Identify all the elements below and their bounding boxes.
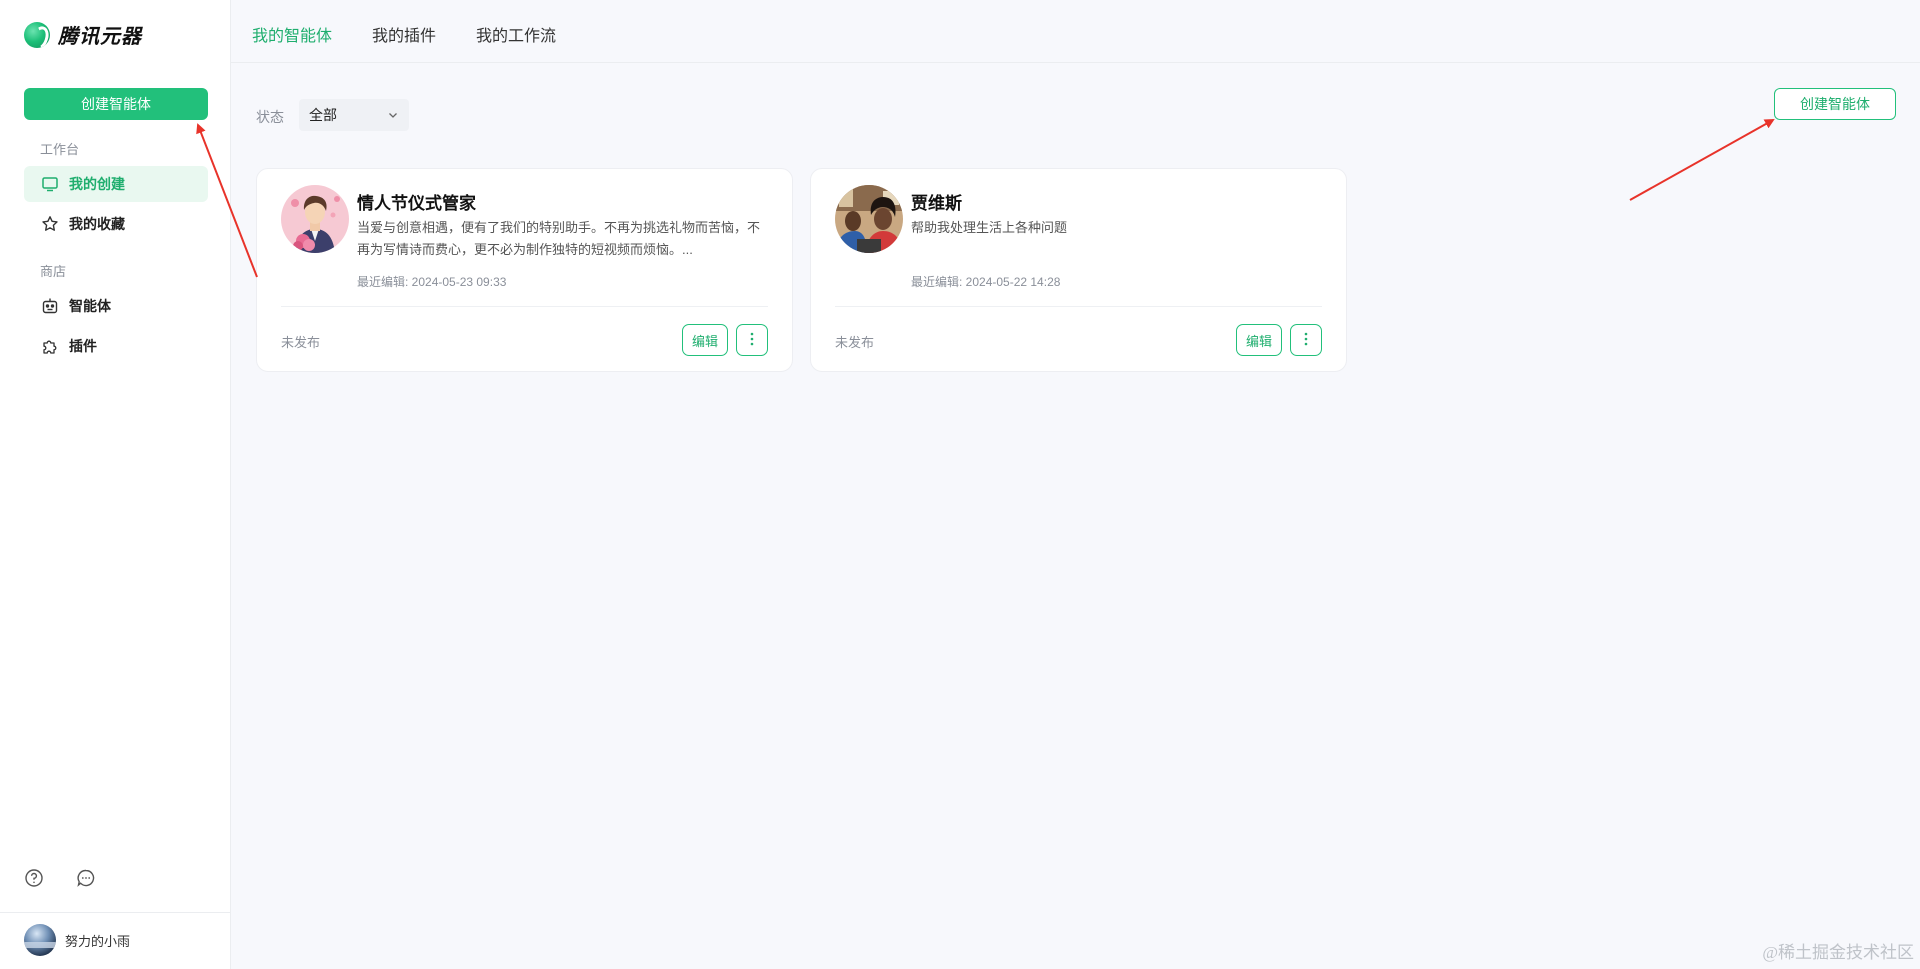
chevron-down-icon bbox=[387, 108, 399, 124]
agent-avatar bbox=[281, 185, 349, 253]
sidebar: 腾讯元器 创建智能体 工作台 我的创建 我的收藏 商店 智能体 插件 努力的小雨 bbox=[0, 0, 231, 969]
sidebar-item-label: 我的收藏 bbox=[69, 216, 125, 232]
sidebar-item-label: 智能体 bbox=[69, 298, 111, 314]
tab-my-agents[interactable]: 我的智能体 bbox=[252, 22, 332, 46]
annotation-arrows bbox=[196, 119, 1775, 278]
tab-my-workflows[interactable]: 我的工作流 bbox=[476, 22, 556, 46]
more-vertical-icon bbox=[1304, 332, 1308, 349]
star-icon bbox=[41, 215, 59, 233]
chat-icon[interactable] bbox=[76, 868, 96, 888]
status-filter-label: 状态 bbox=[256, 109, 284, 125]
agent-title[interactable]: 贾维斯 bbox=[911, 189, 962, 214]
sidebar-item-plugins[interactable]: 插件 bbox=[24, 328, 208, 364]
more-options-button[interactable] bbox=[1290, 324, 1322, 356]
status-badge: 未发布 bbox=[281, 335, 321, 350]
sidebar-divider bbox=[0, 912, 231, 913]
watermark: @稀土掘金技术社区 bbox=[1762, 943, 1914, 962]
monitor-icon bbox=[41, 175, 59, 193]
tab-my-plugins[interactable]: 我的插件 bbox=[372, 22, 436, 46]
status-badge: 未发布 bbox=[835, 335, 875, 350]
status-filter-select[interactable]: 全部 bbox=[299, 99, 409, 131]
user-profile[interactable]: 努力的小雨 bbox=[24, 924, 130, 956]
app-name: 腾讯元器 bbox=[58, 26, 142, 48]
card-divider bbox=[835, 306, 1322, 307]
annotation-arrow bbox=[1629, 119, 1775, 201]
card-divider bbox=[281, 306, 768, 307]
agent-description: 当爱与创意相遇，便有了我们的特别助手。不再为挑选礼物而苦恼，不再为写情诗而费心，… bbox=[357, 220, 761, 257]
agent-description: 帮助我处理生活上各种问题 bbox=[911, 220, 1068, 235]
more-options-button[interactable] bbox=[736, 324, 768, 356]
sidebar-create-agent-button[interactable]: 创建智能体 bbox=[24, 88, 208, 120]
sidebar-item-my-favorites[interactable]: 我的收藏 bbox=[24, 206, 208, 242]
sidebar-item-label: 我的创建 bbox=[69, 176, 125, 192]
section-label-store: 商店 bbox=[40, 264, 67, 279]
logo[interactable]: 腾讯元器 bbox=[24, 20, 142, 49]
logo-icon bbox=[24, 21, 50, 48]
help-icon[interactable] bbox=[24, 868, 44, 888]
section-label-workbench: 工作台 bbox=[40, 142, 80, 157]
puzzle-icon bbox=[41, 337, 59, 355]
agent-card[interactable]: 贾维斯 帮助我处理生活上各种问题 最近编辑: 2024-05-22 14:28 … bbox=[810, 168, 1347, 372]
sidebar-item-label: 插件 bbox=[69, 338, 97, 354]
sidebar-item-my-creations[interactable]: 我的创建 bbox=[24, 166, 208, 202]
more-vertical-icon bbox=[750, 332, 754, 349]
main-create-agent-button[interactable]: 创建智能体 bbox=[1774, 88, 1896, 120]
edit-button[interactable]: 编辑 bbox=[682, 324, 728, 356]
user-name: 努力的小雨 bbox=[65, 933, 131, 949]
agent-title[interactable]: 情人节仪式管家 bbox=[357, 189, 476, 214]
robot-icon bbox=[41, 297, 59, 315]
agent-last-edited: 最近编辑: 2024-05-22 14:28 bbox=[911, 275, 1061, 289]
sidebar-bottom-actions bbox=[24, 868, 96, 888]
agent-card[interactable]: 情人节仪式管家 当爱与创意相遇，便有了我们的特别助手。不再为挑选礼物而苦恼，不再… bbox=[256, 168, 793, 372]
status-filter-value: 全部 bbox=[309, 107, 337, 123]
avatar bbox=[24, 924, 56, 956]
edit-button[interactable]: 编辑 bbox=[1236, 324, 1282, 356]
sidebar-item-agents[interactable]: 智能体 bbox=[24, 288, 208, 324]
agent-avatar bbox=[835, 185, 903, 253]
agent-last-edited: 最近编辑: 2024-05-23 09:33 bbox=[357, 275, 507, 289]
top-nav: 我的智能体 我的插件 我的工作流 bbox=[231, 0, 1920, 63]
